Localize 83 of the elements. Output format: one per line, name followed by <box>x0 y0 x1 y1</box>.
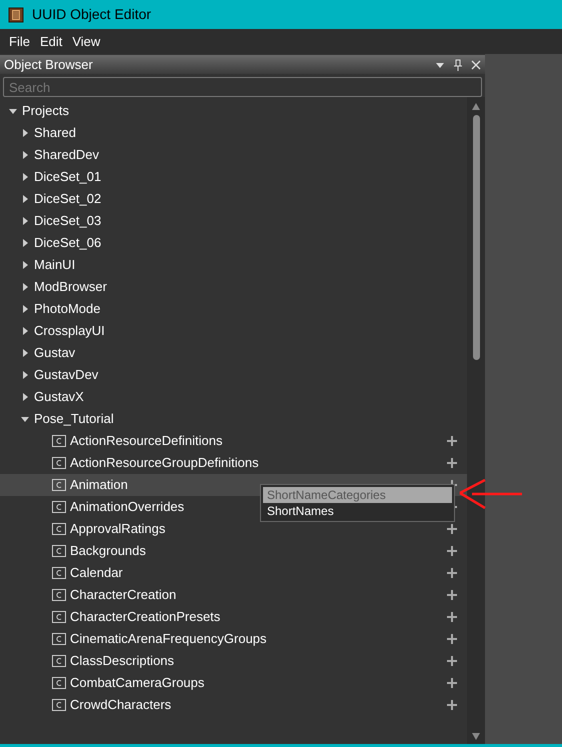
expand-icon[interactable] <box>20 304 30 314</box>
add-icon[interactable] <box>447 590 457 600</box>
expand-icon[interactable] <box>20 172 30 182</box>
dropdown-icon[interactable] <box>435 60 445 68</box>
tree-item[interactable]: Animation <box>70 475 128 495</box>
expand-icon[interactable] <box>20 282 30 292</box>
tree-item[interactable]: ActionResourceGroupDefinitions <box>70 453 259 473</box>
expand-icon[interactable] <box>20 150 30 160</box>
tree-item[interactable]: GustavX <box>34 387 84 407</box>
add-icon[interactable] <box>447 612 457 622</box>
expand-icon[interactable] <box>20 326 30 336</box>
scroll-down-icon[interactable] <box>471 731 481 741</box>
class-icon <box>52 655 66 667</box>
class-icon <box>52 611 66 623</box>
expand-icon[interactable] <box>20 370 30 380</box>
expand-icon[interactable] <box>20 348 30 358</box>
tree-item[interactable]: DiceSet_02 <box>34 189 102 209</box>
tree-item[interactable]: CharacterCreationPresets <box>70 607 220 627</box>
tree-item[interactable]: DiceSet_01 <box>34 167 102 187</box>
tree-item[interactable]: ModBrowser <box>34 277 107 297</box>
class-icon <box>52 457 66 469</box>
tree-item[interactable]: CrowdCharacters <box>70 695 172 715</box>
menu-item[interactable]: View <box>67 32 106 52</box>
tree-item[interactable]: ApprovalRatings <box>70 519 166 539</box>
tree-item[interactable]: PhotoMode <box>34 299 100 319</box>
pin-icon[interactable] <box>453 58 463 70</box>
tree-item[interactable]: MainUI <box>34 255 76 275</box>
collapse-icon[interactable] <box>8 106 18 116</box>
add-icon[interactable] <box>447 458 457 468</box>
tree-item[interactable]: Projects <box>22 101 69 121</box>
add-icon[interactable] <box>447 700 457 710</box>
expand-icon[interactable] <box>20 238 30 248</box>
menu-item[interactable]: Edit <box>34 32 68 52</box>
scroll-thumb[interactable] <box>472 115 480 360</box>
annotation-arrow <box>458 478 524 510</box>
tree-item[interactable]: DiceSet_03 <box>34 211 102 231</box>
tree-item[interactable]: GustavDev <box>34 365 98 385</box>
class-icon <box>52 677 66 689</box>
class-icon <box>52 501 66 513</box>
collapse-icon[interactable] <box>20 414 30 424</box>
tree-item[interactable]: SharedDev <box>34 145 100 165</box>
class-icon <box>52 435 66 447</box>
scroll-up-icon[interactable] <box>471 101 481 111</box>
tree-item[interactable]: CrossplayUI <box>34 321 105 341</box>
add-icon[interactable] <box>447 656 457 666</box>
tree-item[interactable]: Shared <box>34 123 76 143</box>
tree-item[interactable]: ActionResourceDefinitions <box>70 431 222 451</box>
class-icon <box>52 523 66 535</box>
expand-icon[interactable] <box>20 216 30 226</box>
menu-item[interactable]: ShortNames <box>263 503 452 519</box>
expand-icon[interactable] <box>20 392 30 402</box>
class-icon <box>52 479 66 491</box>
add-icon[interactable] <box>447 546 457 556</box>
window-title: UUID Object Editor <box>32 5 152 24</box>
tree-item[interactable]: Pose_Tutorial <box>34 409 114 429</box>
tree-item[interactable]: CharacterCreation <box>70 585 176 605</box>
tree-item[interactable]: Backgrounds <box>70 541 146 561</box>
menu-item[interactable]: File <box>4 32 35 52</box>
tree-item[interactable]: CinematicArenaFrequencyGroups <box>70 629 267 649</box>
add-icon[interactable] <box>447 436 457 446</box>
expand-icon[interactable] <box>20 260 30 270</box>
close-icon[interactable] <box>471 60 481 70</box>
search-field[interactable]: Search <box>3 77 482 97</box>
add-icon[interactable] <box>447 634 457 644</box>
class-icon <box>52 545 66 557</box>
class-icon <box>52 633 66 645</box>
expand-icon[interactable] <box>20 194 30 204</box>
tree-item[interactable]: CombatCameraGroups <box>70 673 204 693</box>
class-icon <box>52 589 66 601</box>
tree-item[interactable]: ClassDescriptions <box>70 651 174 671</box>
add-icon[interactable] <box>447 524 457 534</box>
class-icon <box>52 699 66 711</box>
add-icon[interactable] <box>447 568 457 578</box>
tree-item[interactable]: Calendar <box>70 563 123 583</box>
class-icon <box>52 567 66 579</box>
tree-item[interactable]: Gustav <box>34 343 76 363</box>
tree-item[interactable]: DiceSet_06 <box>34 233 102 253</box>
add-icon[interactable] <box>447 678 457 688</box>
panel-title: Object Browser <box>4 56 94 74</box>
app-icon <box>8 6 24 22</box>
tree-item[interactable]: AnimationOverrides <box>70 497 184 517</box>
expand-icon[interactable] <box>20 128 30 138</box>
scrollbar[interactable] <box>467 97 485 744</box>
